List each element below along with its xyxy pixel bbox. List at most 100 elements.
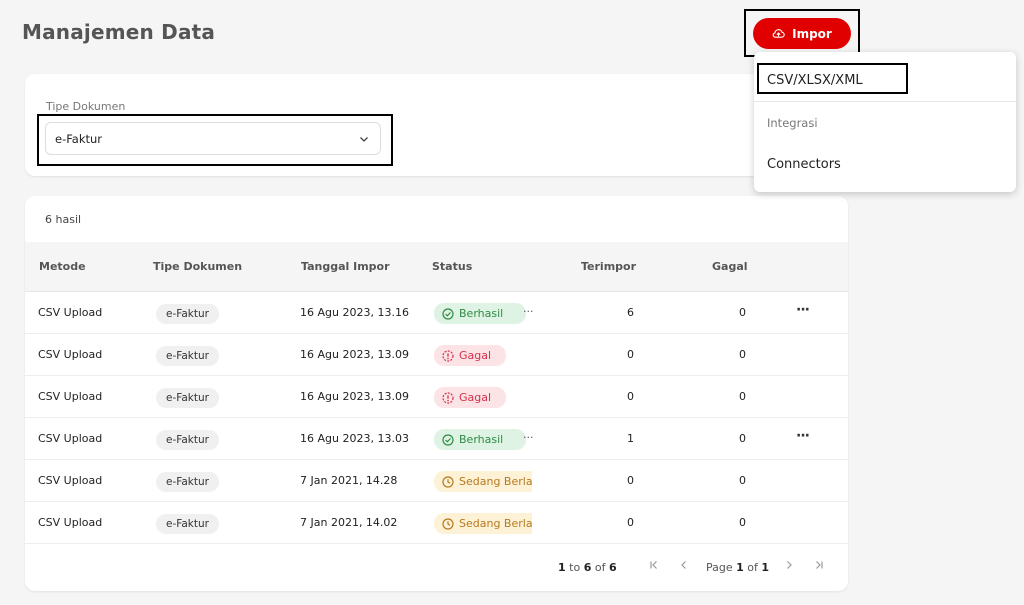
range-start: 1 bbox=[558, 560, 566, 574]
cell-tanggal-impor: 16 Agu 2023, 13.09 bbox=[300, 348, 409, 361]
cell-metode: CSV Upload bbox=[38, 348, 103, 361]
total-pages: 1 bbox=[761, 560, 770, 574]
document-type-chip: e-Faktur bbox=[156, 514, 219, 534]
cell-terimpor: 0 bbox=[627, 348, 634, 361]
table-header: Metode Tipe Dokumen Tanggal Impor Status… bbox=[25, 242, 848, 292]
cell-tanggal-impor: 16 Agu 2023, 13.09 bbox=[300, 390, 409, 403]
alert-circle-icon bbox=[442, 349, 454, 362]
cloud-upload-icon bbox=[772, 29, 785, 38]
cell-gagal: 0 bbox=[739, 474, 746, 487]
status-label: Sedang Berlangsung bbox=[459, 475, 532, 488]
status-truncation: ... bbox=[523, 428, 534, 441]
chevron-right-icon bbox=[787, 561, 792, 569]
impor-button-label: Impor bbox=[792, 26, 832, 41]
cell-metode: CSV Upload bbox=[38, 516, 103, 529]
cell-gagal: 0 bbox=[739, 348, 746, 361]
status-label: Gagal bbox=[459, 391, 492, 404]
first-page-button[interactable] bbox=[646, 557, 662, 573]
range-end: 6 bbox=[583, 560, 592, 574]
document-type-chip: e-Faktur bbox=[156, 304, 219, 324]
check-circle-icon bbox=[442, 307, 454, 320]
cell-terimpor: 6 bbox=[627, 306, 634, 319]
table-row[interactable]: CSV Upload e-Faktur 16 Agu 2023, 13.09 Gaga… bbox=[25, 376, 848, 418]
cell-tanggal-impor: 7 Jan 2021, 14.28 bbox=[300, 474, 398, 487]
menu-divider bbox=[754, 101, 1016, 102]
status-label: Gagal bbox=[459, 349, 492, 362]
document-type-chip: e-Faktur bbox=[156, 472, 219, 492]
col-tipe-dokumen: Tipe Dokumen bbox=[153, 260, 243, 273]
cell-terimpor: 1 bbox=[627, 432, 634, 445]
document-type-chip: e-Faktur bbox=[156, 388, 219, 408]
status-badge: Sedang Berlangsung bbox=[434, 513, 532, 534]
status-label: Berhasil bbox=[459, 307, 504, 320]
document-type-select[interactable]: e-Faktur bbox=[45, 122, 381, 155]
col-terimpor: Terimpor bbox=[581, 260, 637, 273]
status-badge: Berhasil bbox=[434, 303, 526, 324]
pagination-range: 1 to 6 of 6 bbox=[558, 558, 617, 576]
row-more-options-button[interactable]: ··· bbox=[796, 428, 810, 444]
check-circle-icon bbox=[442, 433, 454, 446]
col-tanggal-impor: Tanggal Impor bbox=[301, 260, 390, 273]
table-row[interactable]: CSV Upload e-Faktur 16 Agu 2023, 13.09 Gaga… bbox=[25, 334, 848, 376]
page-title: Manajemen Data bbox=[22, 20, 216, 44]
first-page-icon bbox=[650, 561, 657, 569]
current-page: 1 bbox=[736, 560, 744, 574]
cell-terimpor: 0 bbox=[627, 390, 634, 403]
col-metode: Metode bbox=[39, 260, 86, 273]
cell-tanggal-impor: 7 Jan 2021, 14.02 bbox=[300, 516, 398, 529]
status-truncation: ... bbox=[523, 302, 534, 315]
range-of: of bbox=[594, 560, 606, 574]
chevron-down-icon bbox=[360, 136, 368, 142]
status-badge: Berhasil bbox=[434, 429, 526, 450]
col-status: Status bbox=[432, 260, 473, 273]
import-table-card: 6 hasil Metode Tipe Dokumen Tanggal Impo… bbox=[25, 196, 848, 591]
impor-button[interactable]: Impor bbox=[753, 18, 851, 49]
alert-circle-icon bbox=[442, 391, 454, 404]
status-badge: Sedang Berlangsung bbox=[434, 471, 532, 492]
cell-gagal: 0 bbox=[739, 390, 746, 403]
clock-icon bbox=[442, 517, 454, 530]
document-type-chip: e-Faktur bbox=[156, 430, 219, 450]
range-to: to bbox=[569, 560, 581, 574]
status-badge: Gagal bbox=[434, 387, 506, 408]
table-row[interactable]: CSV Upload e-Faktur 16 Agu 2023, 13.03 Berh… bbox=[25, 418, 848, 460]
cell-tanggal-impor: 16 Agu 2023, 13.03 bbox=[300, 432, 409, 445]
status-label: Sedang Berlangsung bbox=[459, 517, 532, 530]
status-badge: Gagal bbox=[434, 345, 506, 366]
cell-gagal: 0 bbox=[739, 516, 746, 529]
table-row[interactable]: CSV Upload e-Faktur 7 Jan 2021, 14.02 Sedan… bbox=[25, 502, 848, 544]
document-type-chip: e-Faktur bbox=[156, 346, 219, 366]
cell-gagal: 0 bbox=[739, 306, 746, 319]
cell-terimpor: 0 bbox=[627, 516, 634, 529]
clock-icon bbox=[442, 475, 454, 488]
table-row[interactable]: CSV Upload e-Faktur 16 Agu 2023, 13.16 Berh… bbox=[25, 292, 848, 334]
menu-item-csv-xlsx-xml[interactable]: CSV/XLSX/XML bbox=[767, 73, 863, 88]
page-indicator: Page 1 of 1 bbox=[706, 558, 769, 576]
cell-metode: CSV Upload bbox=[38, 390, 103, 403]
range-total: 6 bbox=[608, 560, 617, 574]
cell-tanggal-impor: 16 Agu 2023, 13.16 bbox=[300, 306, 409, 319]
last-page-icon bbox=[816, 561, 823, 569]
import-dropdown-menu: CSV/XLSX/XML Integrasi Connectors bbox=[754, 52, 1016, 192]
document-type-value: e-Faktur bbox=[55, 131, 103, 146]
menu-group-integrasi: Integrasi bbox=[767, 116, 818, 130]
row-more-options-button[interactable]: ··· bbox=[796, 302, 810, 318]
page-label: Page bbox=[706, 560, 733, 574]
status-label: Berhasil bbox=[459, 433, 504, 446]
prev-page-button[interactable] bbox=[676, 557, 692, 573]
table-row[interactable]: CSV Upload e-Faktur 7 Jan 2021, 14.28 Sedan… bbox=[25, 460, 848, 502]
result-count: 6 hasil bbox=[45, 213, 82, 226]
cell-metode: CSV Upload bbox=[38, 432, 103, 445]
chevron-left-icon bbox=[681, 561, 686, 569]
menu-item-connectors[interactable]: Connectors bbox=[767, 157, 841, 172]
next-page-button[interactable] bbox=[781, 557, 797, 573]
filter-label: Tipe Dokumen bbox=[46, 100, 126, 113]
page-of: of bbox=[747, 560, 758, 574]
cell-terimpor: 0 bbox=[627, 474, 634, 487]
cell-gagal: 0 bbox=[739, 432, 746, 445]
filter-card: Tipe Dokumen e-Faktur bbox=[25, 74, 825, 176]
cell-metode: CSV Upload bbox=[38, 306, 103, 319]
last-page-button[interactable] bbox=[811, 557, 827, 573]
col-gagal: Gagal bbox=[712, 260, 748, 273]
cell-metode: CSV Upload bbox=[38, 474, 103, 487]
